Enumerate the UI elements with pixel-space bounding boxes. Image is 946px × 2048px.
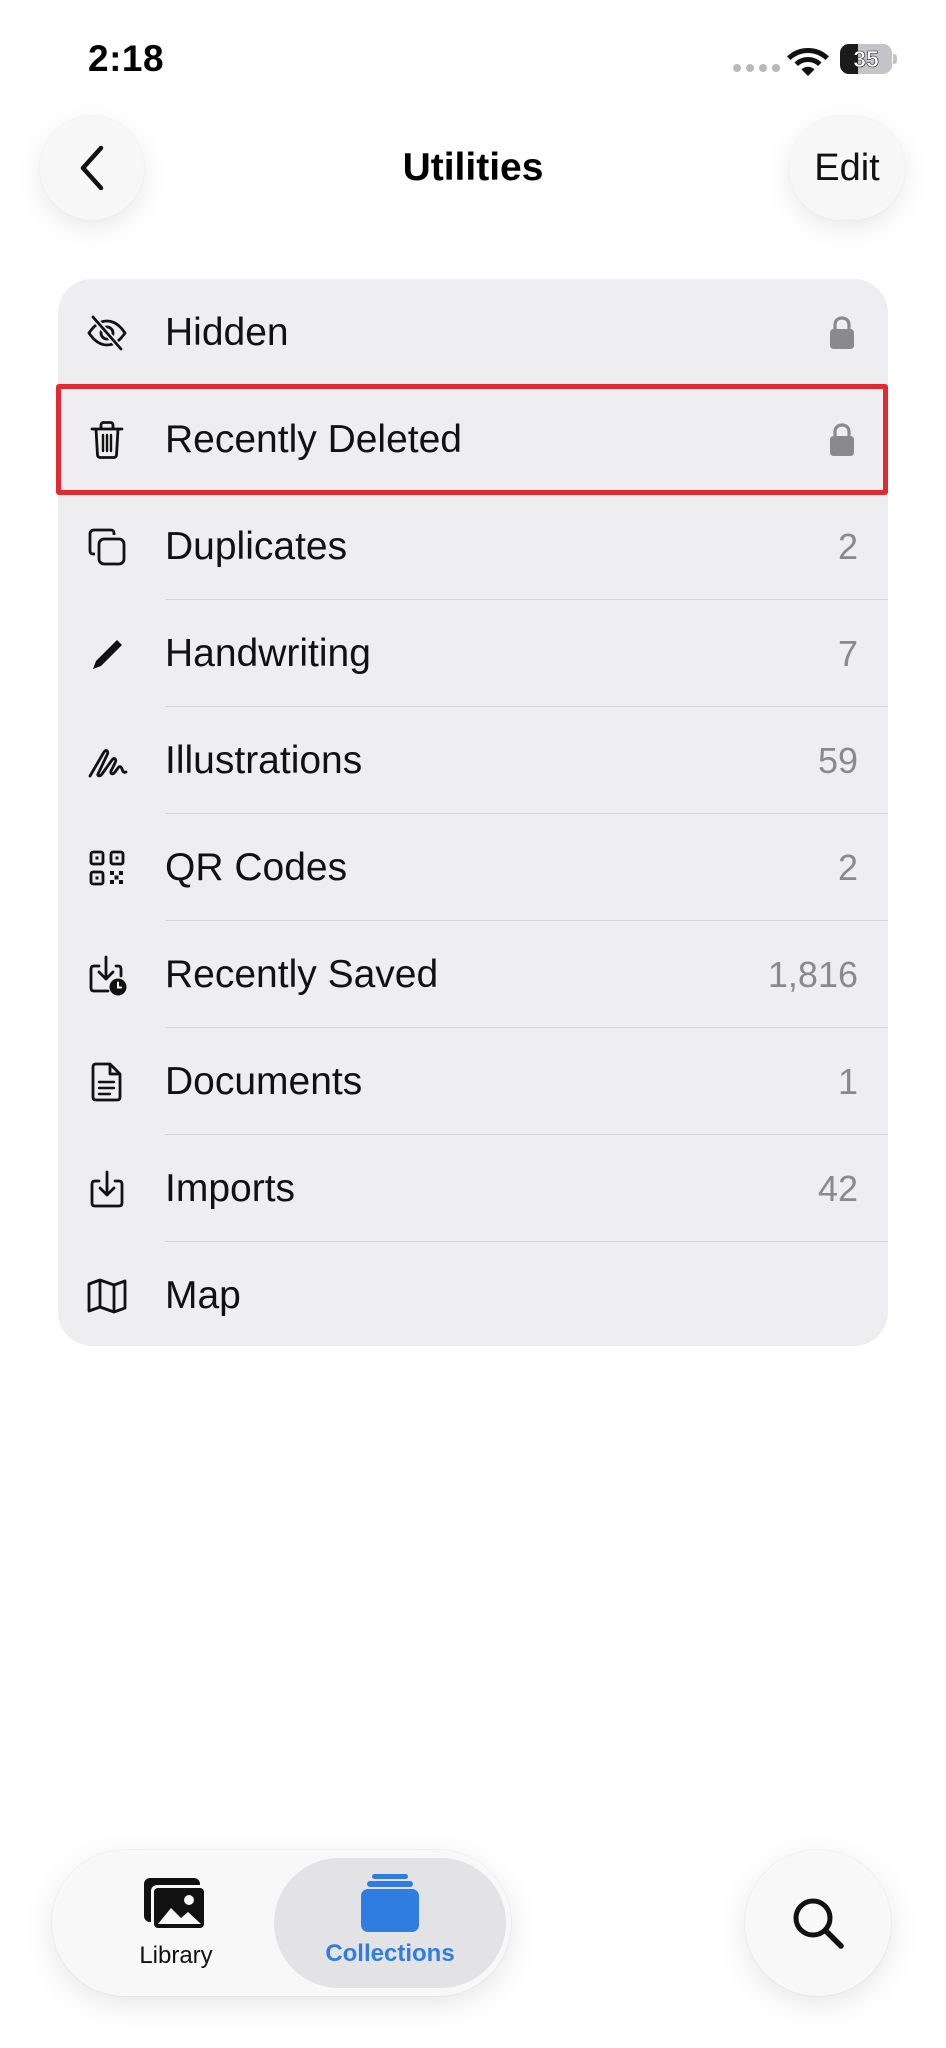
list-item-count: 59 bbox=[817, 740, 858, 781]
list-item-label: Hidden bbox=[165, 311, 289, 354]
search-icon bbox=[793, 1898, 844, 1949]
list-item-illustrations[interactable]: Illustrations 59 bbox=[58, 707, 888, 814]
tab-label: Library bbox=[139, 1942, 213, 1969]
search-button[interactable] bbox=[745, 1850, 891, 1996]
eye-slash-icon bbox=[87, 315, 127, 351]
lock-icon bbox=[830, 423, 854, 456]
list-item-label: QR Codes bbox=[165, 846, 348, 889]
collections-icon bbox=[361, 1874, 419, 1932]
tab-library[interactable]: Library bbox=[106, 1850, 246, 1996]
import-icon bbox=[90, 1170, 124, 1208]
tab-bar: Library Collections bbox=[52, 1850, 511, 1996]
download-clock-icon bbox=[89, 955, 127, 996]
list-item-label: Map bbox=[165, 1274, 241, 1317]
list-item-label: Duplicates bbox=[165, 525, 348, 568]
battery-level: 35 bbox=[853, 46, 879, 73]
list-item-label: Imports bbox=[165, 1167, 296, 1210]
cellular-signal-icon bbox=[733, 64, 780, 72]
list-item-count: 7 bbox=[837, 633, 858, 674]
list-item-qr-codes[interactable]: QR Codes 2 bbox=[58, 814, 888, 921]
lock-icon bbox=[830, 316, 854, 349]
wifi-icon bbox=[787, 48, 829, 76]
list-item-label: Illustrations bbox=[165, 739, 363, 782]
list-item-label: Documents bbox=[165, 1060, 363, 1103]
battery-icon: 35 bbox=[840, 44, 897, 74]
scribble-icon bbox=[88, 749, 128, 778]
utilities-list: Hidden Recently Deleted Duplicates 2 Han… bbox=[58, 279, 888, 1346]
status-time: 2:18 bbox=[88, 38, 165, 79]
list-item-count: 1,816 bbox=[767, 954, 858, 995]
list-item-recently-saved[interactable]: Recently Saved 1,816 bbox=[58, 921, 888, 1028]
list-item-recently-deleted[interactable]: Recently Deleted bbox=[58, 386, 888, 493]
list-item-imports[interactable]: Imports 42 bbox=[58, 1135, 888, 1242]
list-item-duplicates[interactable]: Duplicates 2 bbox=[58, 493, 888, 600]
list-item-map[interactable]: Map bbox=[58, 1242, 888, 1346]
list-item-label: Handwriting bbox=[165, 632, 371, 675]
list-item-count: 1 bbox=[837, 1061, 858, 1102]
pencil-icon bbox=[93, 640, 122, 669]
status-bar: 2:18 35 bbox=[0, 0, 946, 110]
tab-label: Collections bbox=[325, 1940, 455, 1967]
list-item-label: Recently Deleted bbox=[165, 418, 462, 461]
map-icon bbox=[87, 1278, 127, 1314]
qr-code-icon bbox=[89, 850, 125, 886]
list-item-documents[interactable]: Documents 1 bbox=[58, 1028, 888, 1135]
document-icon bbox=[91, 1062, 122, 1102]
list-item-label: Recently Saved bbox=[165, 953, 439, 996]
list-item-count: 2 bbox=[837, 526, 858, 567]
trash-icon bbox=[90, 421, 124, 459]
tab-collections[interactable]: Collections bbox=[274, 1858, 506, 1988]
list-item-handwriting[interactable]: Handwriting 7 bbox=[58, 600, 888, 707]
list-item-hidden[interactable]: Hidden bbox=[58, 279, 888, 386]
list-item-count: 42 bbox=[817, 1168, 858, 1209]
edit-button[interactable]: Edit bbox=[789, 116, 905, 220]
list-item-count: 2 bbox=[837, 847, 858, 888]
duplicate-icon bbox=[88, 528, 126, 566]
photo-library-icon bbox=[144, 1878, 207, 1931]
